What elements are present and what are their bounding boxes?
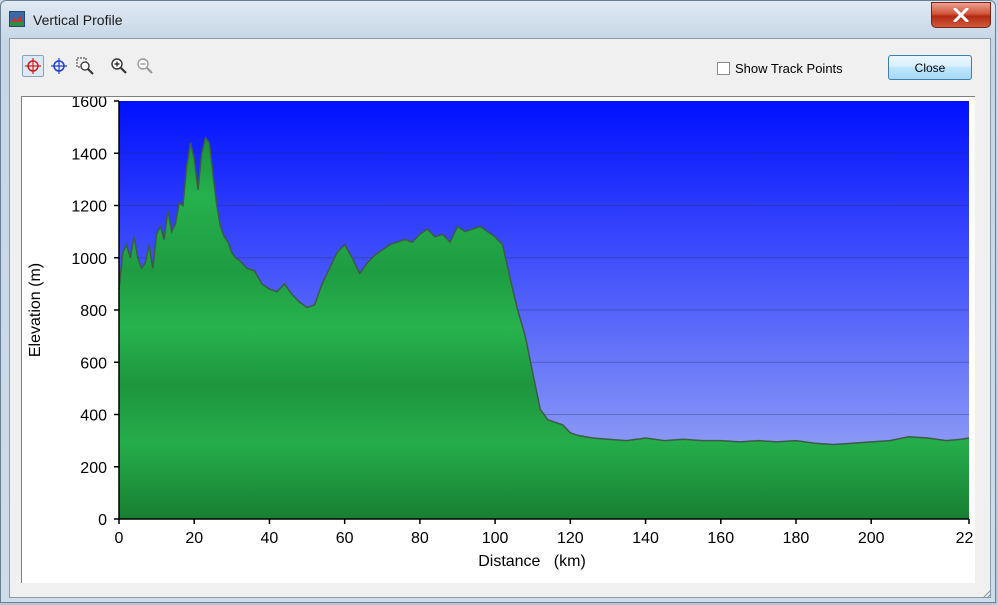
y-tick-label: 1400 xyxy=(71,146,107,163)
x-axis-ticks: 0 20 40 60 80 100 120 140 160 180 200 226 xyxy=(115,519,982,547)
window-close-button[interactable] xyxy=(931,2,991,28)
x-tick-label: 80 xyxy=(411,530,429,547)
x-axis-label: Distance (km) xyxy=(478,553,586,570)
x-tick-label: 140 xyxy=(632,530,659,547)
y-tick-label: 1000 xyxy=(71,251,107,268)
crosshair-blue-icon xyxy=(51,58,67,74)
y-tick-label: 400 xyxy=(80,408,107,425)
window-title: Vertical Profile xyxy=(33,12,123,28)
zoom-box-tool[interactable] xyxy=(74,55,96,77)
x-tick-label: 200 xyxy=(858,530,885,547)
x-tick-label: 0 xyxy=(115,530,124,547)
x-tick-label: 226 xyxy=(956,530,974,547)
select-point-tool[interactable] xyxy=(22,55,44,77)
app-icon xyxy=(9,11,25,27)
x-tick-label: 60 xyxy=(336,530,354,547)
y-axis-label: Elevation (m) xyxy=(27,263,44,357)
measure-tool[interactable] xyxy=(48,55,70,77)
show-track-points-toggle[interactable]: Show Track Points xyxy=(717,61,843,76)
close-button[interactable]: Close xyxy=(888,55,972,80)
crosshair-red-icon xyxy=(25,58,41,74)
y-tick-label: 600 xyxy=(80,355,107,372)
show-track-points-checkbox[interactable] xyxy=(717,62,730,75)
y-axis-ticks: 0 200 400 600 800 1000 1200 1400 1600 xyxy=(71,94,119,529)
close-icon xyxy=(953,8,969,22)
zoom-out-tool[interactable] xyxy=(134,55,156,77)
x-tick-label: 20 xyxy=(185,530,203,547)
zoom-in-icon xyxy=(111,58,127,74)
zoom-in-tool[interactable] xyxy=(108,55,130,77)
y-tick-label: 800 xyxy=(80,303,107,320)
zoom-box-icon xyxy=(76,57,94,75)
elevation-chart-panel: 0 20 40 60 80 100 120 140 160 180 200 226 0 200 400 60… xyxy=(21,94,982,583)
title-bar[interactable]: Vertical Profile xyxy=(1,1,995,37)
show-track-points-label: Show Track Points xyxy=(735,61,843,76)
y-tick-label: 0 xyxy=(98,512,107,529)
zoom-out-icon xyxy=(137,58,153,74)
x-tick-label: 40 xyxy=(261,530,279,547)
x-tick-label: 120 xyxy=(557,530,584,547)
vertical-profile-window: Vertical Profile Show Track Points Close… xyxy=(0,0,996,603)
elevation-profile-chart[interactable]: 0 20 40 60 80 100 120 140 160 180 200 226 0 200 400 60… xyxy=(22,94,982,582)
x-tick-label: 160 xyxy=(707,530,734,547)
y-tick-label: 1600 xyxy=(71,97,107,111)
resize-grip-icon[interactable] xyxy=(980,587,992,599)
x-tick-label: 100 xyxy=(482,530,509,547)
y-tick-label: 200 xyxy=(80,460,107,477)
y-tick-label: 1200 xyxy=(71,199,107,216)
x-tick-label: 180 xyxy=(783,530,810,547)
dialog-client-area: Show Track Points Close 0 20 40 60 80 10… xyxy=(9,38,991,598)
